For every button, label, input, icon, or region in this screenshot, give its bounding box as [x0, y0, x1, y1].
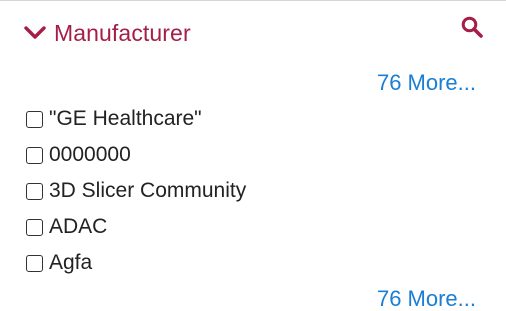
search-icon[interactable] — [460, 15, 484, 39]
facet-title: Manufacturer — [54, 19, 191, 46]
more-link-bottom[interactable]: 76 More... — [377, 286, 476, 311]
facet-toggle[interactable]: Manufacturer — [24, 17, 191, 49]
option-label[interactable]: ADAC — [49, 215, 107, 239]
list-item[interactable]: 0000000 — [26, 137, 246, 173]
more-link-top[interactable]: 76 More... — [377, 70, 476, 96]
option-label[interactable]: 0000000 — [49, 143, 131, 167]
facet-options-list: "GE Healthcare" 0000000 3D Slicer Commun… — [26, 101, 246, 281]
list-item[interactable]: Agfa — [26, 245, 246, 281]
manufacturer-facet-panel: Manufacturer 76 More... "GE Healthcare" … — [0, 0, 506, 311]
option-checkbox[interactable] — [26, 254, 43, 272]
list-item[interactable]: "GE Healthcare" — [26, 101, 246, 137]
list-item[interactable]: ADAC — [26, 209, 246, 245]
option-checkbox[interactable] — [26, 182, 43, 200]
option-label[interactable]: "GE Healthcare" — [49, 107, 202, 131]
option-label[interactable]: Agfa — [49, 251, 92, 275]
option-checkbox[interactable] — [26, 218, 43, 236]
chevron-down-icon — [24, 26, 46, 39]
option-checkbox[interactable] — [26, 146, 43, 164]
list-item[interactable]: 3D Slicer Community — [26, 173, 246, 209]
option-checkbox[interactable] — [26, 110, 43, 128]
option-label[interactable]: 3D Slicer Community — [49, 179, 246, 203]
